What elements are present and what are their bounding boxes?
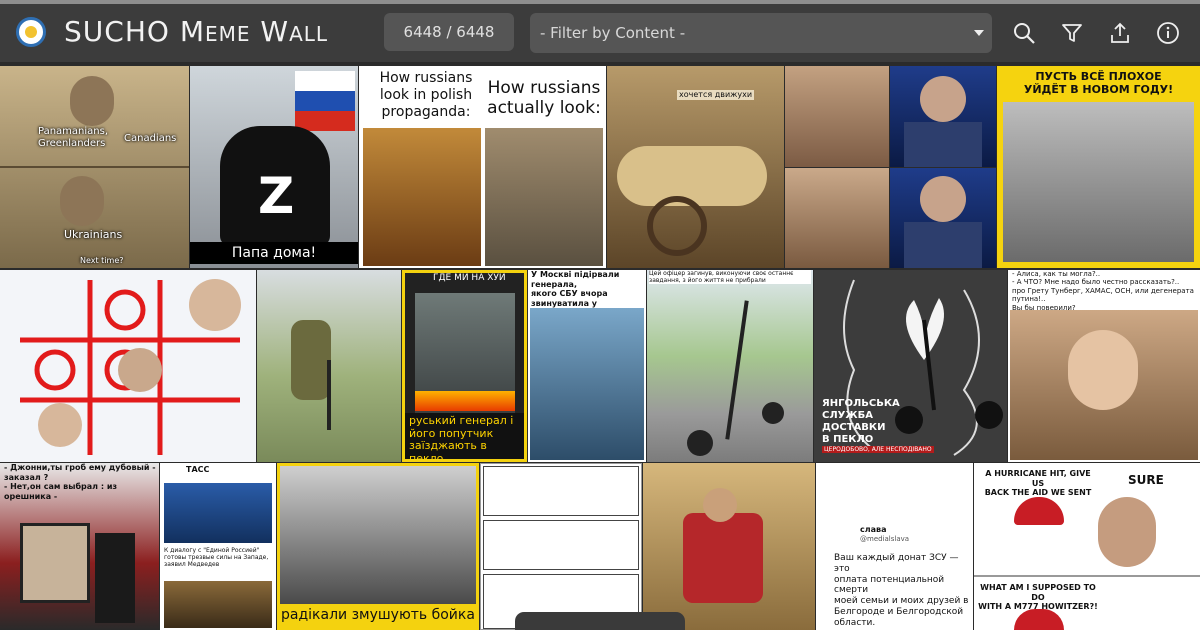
meme-tile-coffin[interactable]: - Джонни,ты гроб ему дубовый - заказал ?… (0, 463, 159, 630)
meme-caption: - Алиса, как ты могла?.. - А ЧТО? Мне на… (1012, 270, 1194, 312)
meme-tile-tass[interactable]: ТАСС К диалогу с "Единой Россией" готовы… (160, 463, 276, 630)
scroll-handle[interactable] (515, 612, 685, 630)
meme-tile-newyear[interactable]: ПУСТЬ ВСЁ ПЛОХОЕ УЙДЁТ В НОВОМ ГОДУ! (997, 66, 1200, 268)
meme-tile-radicals[interactable]: радікали змушують бойка (277, 463, 479, 630)
meme-caption: WHAT AM I SUPPOSED TO DO WITH A M777 HOW… (978, 583, 1098, 612)
app-header: SUCHO Meme Wall 6448 / 6448 - Filter by … (0, 0, 1200, 62)
meme-caption: К диалогу с "Единой Россией" готовы трез… (164, 547, 269, 569)
search-icon[interactable] (1012, 21, 1036, 45)
meme-tile-general[interactable]: ГДЕ МИ НА ХУЙ руський генерал і його поп… (402, 270, 527, 462)
meme-tile-hurricane[interactable]: A HURRICANE HIT, GIVE US BACK THE AID WE… (974, 463, 1200, 630)
meme-tile-propaganda[interactable]: How russians look in polish propaganda: … (359, 66, 606, 268)
meme-tile-slava[interactable]: слава @medialslava Ваш каждый донат ЗСУ … (816, 463, 973, 630)
meme-caption: хочется движухи (677, 90, 755, 100)
meme-label: Ukrainians (64, 228, 123, 241)
chevron-down-icon (974, 30, 984, 36)
meme-counter: 6448 / 6448 (384, 13, 514, 51)
meme-tile-skulls[interactable]: хочется движухи (607, 66, 784, 268)
meme-tile-scooter-man[interactable] (257, 270, 401, 462)
meme-tile-face[interactable] (785, 66, 889, 167)
share-icon[interactable] (1108, 21, 1132, 45)
meme-tile-scooter[interactable]: Цей офіцер загинув, виконуючи своє остан… (647, 270, 813, 462)
meme-handle: @medialslava (860, 535, 910, 543)
meme-letter: Z (258, 167, 295, 225)
app-title: SUCHO Meme Wall (64, 15, 329, 48)
meme-caption: How russians look in polish propaganda: (379, 70, 473, 120)
meme-author: слава (860, 525, 887, 534)
meme-caption: A HURRICANE HIT, GIVE US BACK THE AID WE… (984, 469, 1092, 498)
meme-caption: SURE (1128, 473, 1164, 487)
meme-tile-comic[interactable] (480, 463, 642, 630)
meme-caption: ГДЕ МИ НА ХУЙ (433, 273, 506, 283)
meme-label: Canadians (124, 133, 177, 144)
content-filter-select[interactable]: - Filter by Content - (530, 13, 992, 53)
meme-caption: - Джонни,ты гроб ему дубовый - заказал ?… (4, 463, 156, 501)
meme-tile-face[interactable] (785, 168, 889, 268)
meme-label: Next time? (80, 256, 124, 265)
meme-tile-alisa[interactable]: - Алиса, как ты могла?.. - А ЧТО? Мне на… (1008, 270, 1200, 462)
meme-tile-bag[interactable]: Z Папа дома! (190, 66, 358, 268)
meme-caption: Ваш каждый донат ЗСУ — это оплата потенц… (834, 553, 969, 628)
meme-tile-tv[interactable] (890, 168, 996, 268)
meme-caption: ПУСТЬ ВСЁ ПЛОХОЕ УЙДЁТ В НОВОМ ГОДУ! (1023, 70, 1174, 97)
meme-caption: ЦЕРОДОБОВО, АЛЕ НЕСПОДІВАНО (822, 446, 934, 454)
meme-caption: радікали змушують бойка (281, 607, 475, 623)
meme-tile-moscow-general[interactable]: У Москві підірвали генерала, якого СБУ в… (528, 270, 646, 462)
meme-tile-icon[interactable] (643, 463, 815, 630)
info-icon[interactable] (1156, 21, 1180, 45)
meme-caption: Папа дома! (190, 242, 358, 264)
meme-tile-angel-delivery[interactable]: ЯНГОЛЬСЬКА СЛУЖБА ДОСТАВКИ В ПЕКЛО ЦЕРОД… (814, 270, 1007, 462)
sucho-logo (16, 17, 46, 47)
meme-tile-tv[interactable] (890, 66, 996, 167)
meme-tile-gallows[interactable]: Panamanians, Greenlanders Canadians Ukra… (0, 66, 189, 268)
meme-tile-tictactoe[interactable] (0, 270, 256, 462)
meme-source: ТАСС (186, 465, 210, 474)
meme-caption: ЯНГОЛЬСЬКА СЛУЖБА ДОСТАВКИ В ПЕКЛО (822, 398, 900, 445)
meme-caption: руський генерал і його попутчик заїзджаю… (405, 413, 524, 459)
meme-label: Panamanians, Greenlanders (38, 126, 109, 149)
meme-caption: How russians actually look: (487, 78, 601, 119)
filter-icon[interactable] (1060, 21, 1084, 45)
filter-placeholder: - Filter by Content - (540, 24, 686, 42)
meme-caption: Цей офіцер загинув, виконуючи своє остан… (649, 270, 811, 285)
